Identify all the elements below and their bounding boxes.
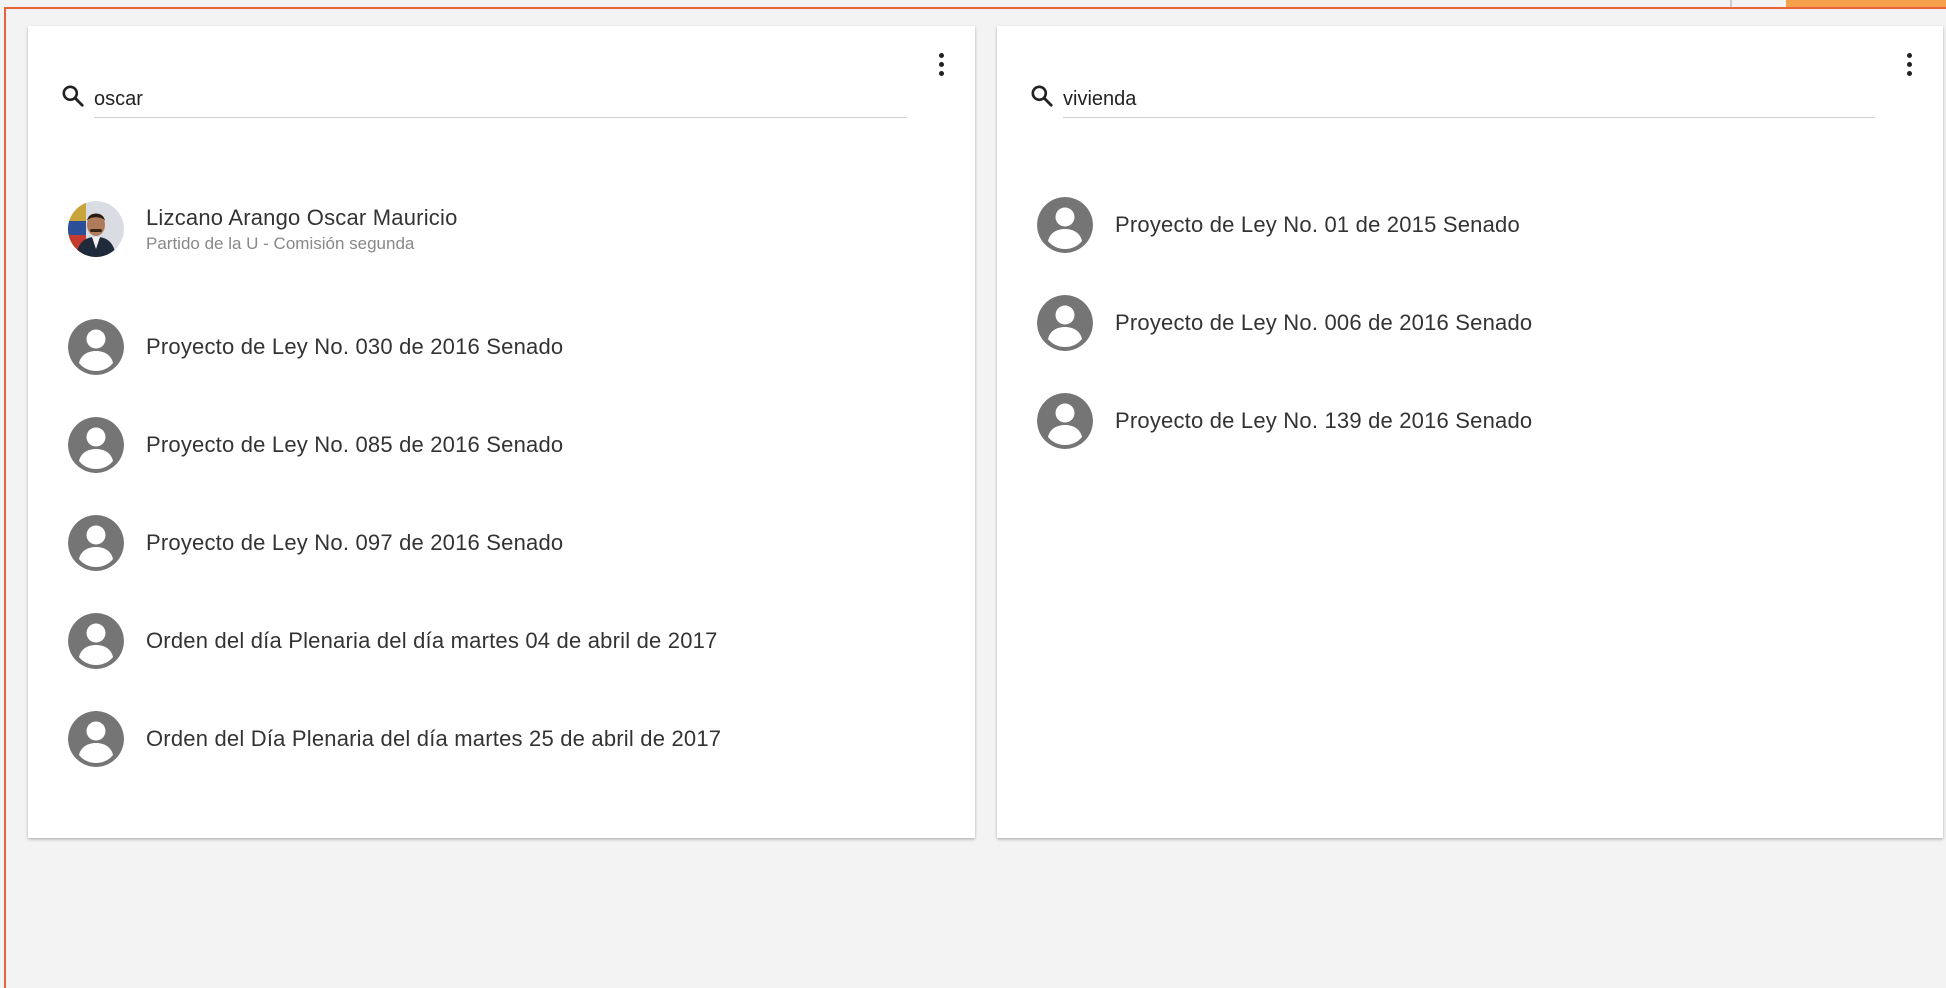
search-card-left: Lizcano Arango Oscar Mauricio Partido de… <box>28 26 975 838</box>
account-circle-icon <box>1037 197 1093 253</box>
result-title: Proyecto de Ley No. 097 de 2016 Senado <box>146 530 564 555</box>
result-title: Orden del día Plenaria del día martes 04… <box>146 628 718 653</box>
search-icon[interactable] <box>1029 83 1055 109</box>
result-title: Proyecto de Ley No. 139 de 2016 Senado <box>1115 408 1533 433</box>
result-title: Proyecto de Ley No. 085 de 2016 Senado <box>146 432 564 457</box>
search-bar <box>1029 78 1875 118</box>
more-vert-icon[interactable] <box>1897 46 1921 82</box>
list-item[interactable]: Proyecto de Ley No. 030 de 2016 Senado <box>68 317 935 377</box>
list-item[interactable]: Orden del día Plenaria del día martes 04… <box>68 611 935 671</box>
account-circle-icon <box>68 417 124 473</box>
search-icon[interactable] <box>60 83 86 109</box>
account-circle-icon <box>68 515 124 571</box>
list-item[interactable]: Proyecto de Ley No. 139 de 2016 Senado <box>1037 391 1903 451</box>
result-title: Proyecto de Ley No. 01 de 2015 Senado <box>1115 212 1520 237</box>
person-name: Lizcano Arango Oscar Mauricio <box>146 204 458 230</box>
account-circle-icon <box>1037 295 1093 351</box>
list-item[interactable]: Proyecto de Ley No. 006 de 2016 Senado <box>1037 293 1903 353</box>
result-title: Proyecto de Ley No. 006 de 2016 Senado <box>1115 310 1533 335</box>
search-input[interactable] <box>94 78 907 118</box>
more-vert-icon[interactable] <box>929 46 953 82</box>
search-card-right: Proyecto de Ley No. 01 de 2015 Senado Pr… <box>997 26 1943 838</box>
account-circle-icon <box>1037 393 1093 449</box>
list-item[interactable]: Proyecto de Ley No. 01 de 2015 Senado <box>1037 195 1903 255</box>
person-result[interactable]: Lizcano Arango Oscar Mauricio Partido de… <box>68 199 935 259</box>
list-item[interactable]: Proyecto de Ley No. 097 de 2016 Senado <box>68 513 935 573</box>
list-item[interactable]: Orden del Día Plenaria del día martes 25… <box>68 709 935 769</box>
window-divider <box>1730 0 1732 7</box>
list-item[interactable]: Proyecto de Ley No. 085 de 2016 Senado <box>68 415 935 475</box>
account-circle-icon <box>68 711 124 767</box>
account-circle-icon <box>68 319 124 375</box>
search-bar <box>60 78 907 118</box>
person-detail: Partido de la U - Comisión segunda <box>146 233 415 253</box>
search-input[interactable] <box>1063 78 1875 118</box>
account-circle-icon <box>68 613 124 669</box>
avatar <box>68 201 124 257</box>
result-title: Proyecto de Ley No. 030 de 2016 Senado <box>146 334 564 359</box>
top-right-tab[interactable] <box>1786 0 1946 7</box>
result-title: Orden del Día Plenaria del día martes 25… <box>146 726 722 751</box>
